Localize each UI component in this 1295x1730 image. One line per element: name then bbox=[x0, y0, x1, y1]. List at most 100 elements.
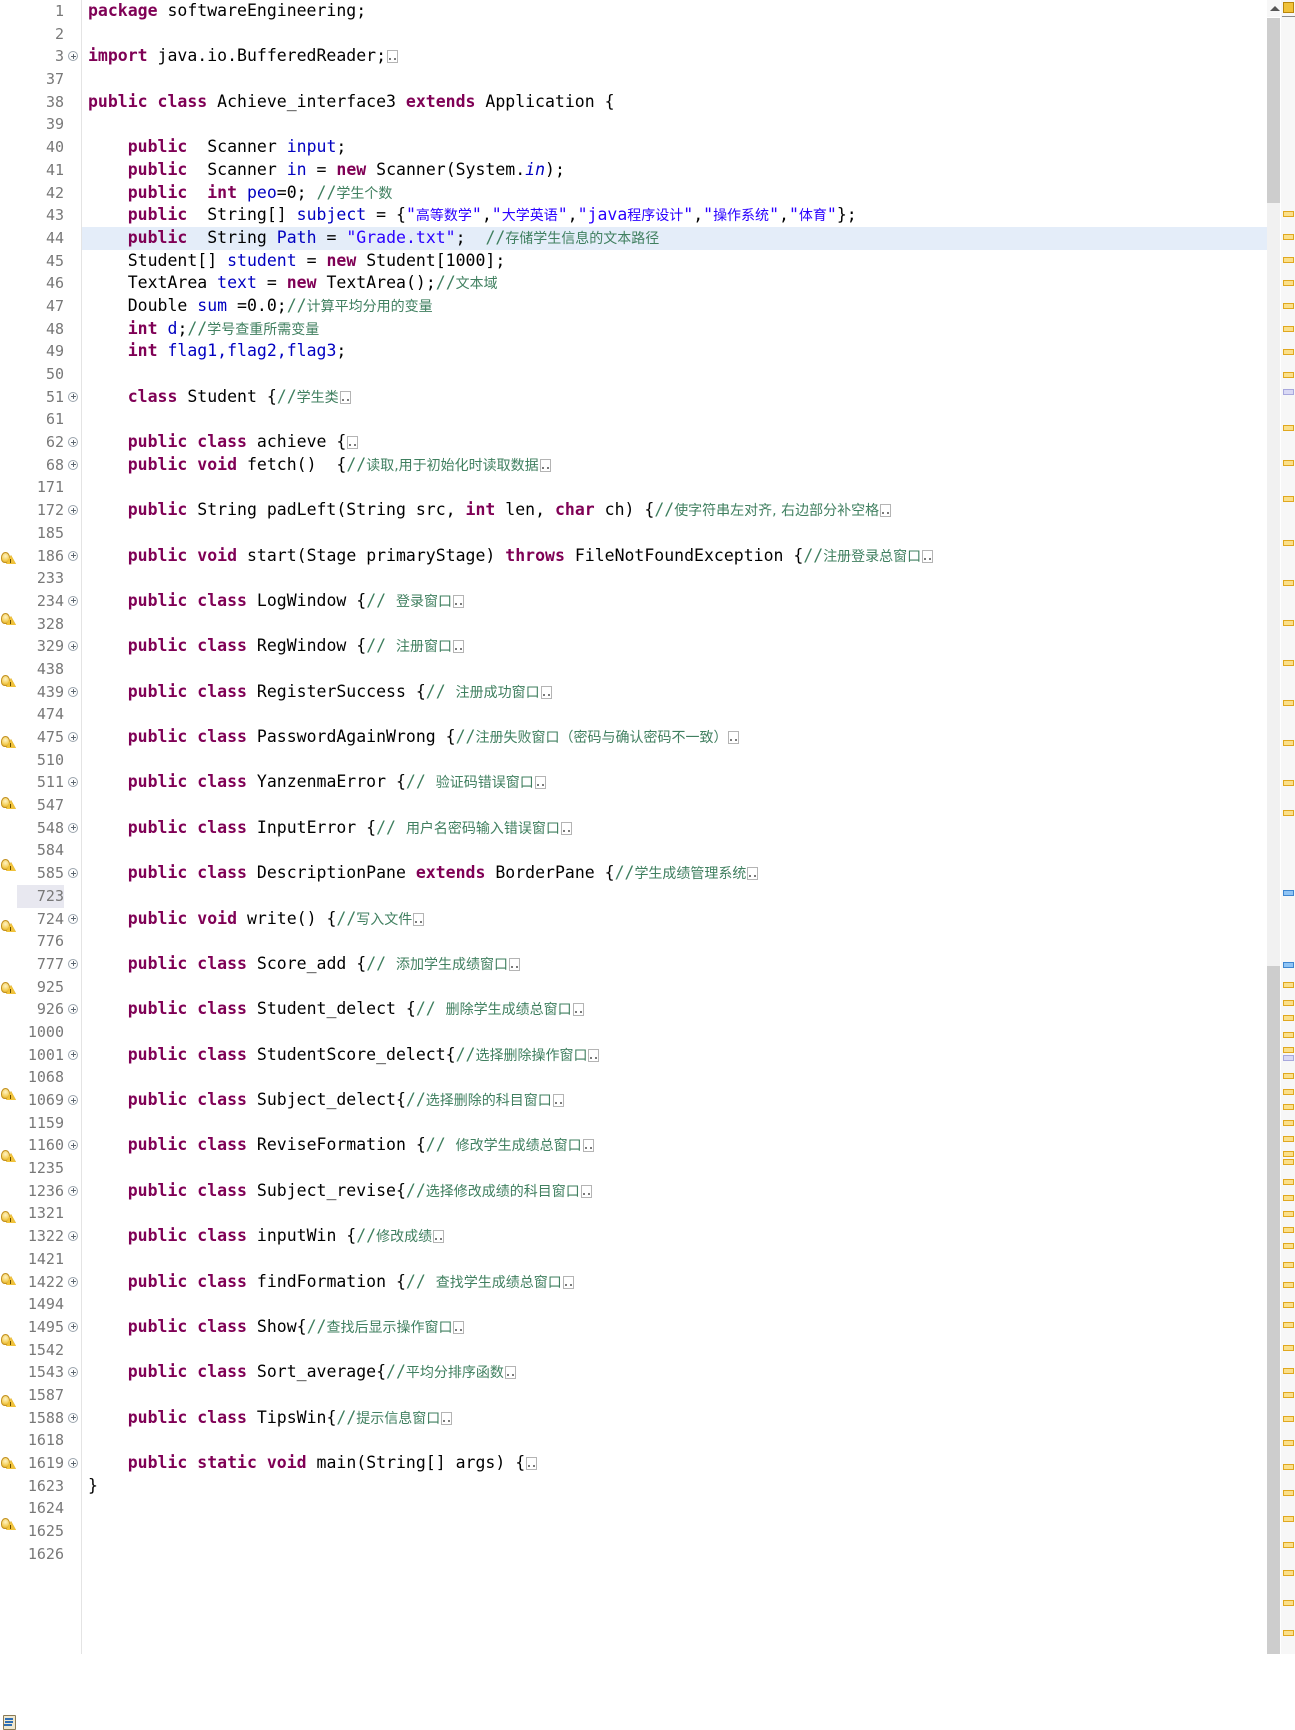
code-line[interactable]: public class StudentScore_delect{//选择删除操… bbox=[82, 1044, 1267, 1067]
overview-marker-warn[interactable] bbox=[1283, 1600, 1294, 1606]
fold-row[interactable] bbox=[67, 998, 81, 1021]
warning-marker-icon[interactable] bbox=[1, 1331, 17, 1347]
code-line[interactable]: public class findFormation {// 查找学生成绩总窗口 bbox=[82, 1271, 1267, 1294]
overview-marker-warn[interactable] bbox=[1283, 1416, 1294, 1422]
code-line[interactable]: public class TipsWin{//提示信息窗口 bbox=[82, 1407, 1267, 1430]
fold-expand-icon[interactable] bbox=[68, 913, 78, 924]
fold-expand-icon[interactable] bbox=[68, 1231, 78, 1242]
code-line[interactable] bbox=[82, 1384, 1267, 1407]
fold-row[interactable] bbox=[67, 635, 81, 658]
fold-expand-icon[interactable] bbox=[68, 1276, 78, 1287]
code-line[interactable]: public static void main(String[] args) { bbox=[82, 1452, 1267, 1475]
code-line[interactable]: public class inputWin {//修改成绩 bbox=[82, 1225, 1267, 1248]
code-line[interactable]: int flag1,flag2,flag3; bbox=[82, 340, 1267, 363]
fold-expand-icon[interactable] bbox=[68, 1367, 78, 1378]
fold-expand-icon[interactable] bbox=[68, 1458, 78, 1468]
fold-expand-icon[interactable] bbox=[68, 595, 78, 606]
fold-row[interactable] bbox=[67, 45, 81, 68]
code-line[interactable] bbox=[82, 1339, 1267, 1362]
code-line[interactable]: public class LogWindow {// 登录窗口 bbox=[82, 590, 1267, 613]
code-line[interactable]: public void fetch() {//读取,用于初始化时读取数据 bbox=[82, 454, 1267, 477]
overview-marker-warn[interactable] bbox=[1283, 780, 1294, 786]
code-line[interactable] bbox=[82, 976, 1267, 999]
fold-row[interactable] bbox=[67, 386, 81, 409]
code-line[interactable] bbox=[82, 930, 1267, 953]
code-line[interactable]: } bbox=[82, 1475, 1267, 1498]
overview-marker-warn[interactable] bbox=[1283, 1015, 1294, 1021]
warning-marker-icon[interactable] bbox=[1, 856, 17, 872]
overview-marker-warn[interactable] bbox=[1283, 700, 1294, 706]
overview-marker-warn[interactable] bbox=[1283, 1322, 1294, 1328]
overview-marker-warn[interactable] bbox=[1283, 1542, 1294, 1548]
overview-marker-blue[interactable] bbox=[1283, 890, 1294, 896]
code-line[interactable]: public class Student_delect {// 删除学生成绩总窗… bbox=[82, 998, 1267, 1021]
fold-expand-icon[interactable] bbox=[68, 1412, 78, 1423]
code-line[interactable]: class Student {//学生类 bbox=[82, 386, 1267, 409]
code-line[interactable]: public Scanner in = new Scanner(System.i… bbox=[82, 159, 1267, 182]
code-line[interactable]: Student[] student = new Student[1000]; bbox=[82, 250, 1267, 273]
fold-row[interactable] bbox=[67, 1407, 81, 1430]
fold-expand-icon[interactable] bbox=[68, 1095, 78, 1105]
fold-row[interactable] bbox=[67, 1180, 81, 1203]
code-line[interactable]: public class DescriptionPane extends Bor… bbox=[82, 862, 1267, 885]
code-line[interactable]: public Scanner input; bbox=[82, 136, 1267, 159]
overview-marker-warn[interactable] bbox=[1283, 1227, 1294, 1233]
warning-marker-icon[interactable] bbox=[1, 1147, 17, 1163]
overview-marker-warn[interactable] bbox=[1283, 1195, 1294, 1201]
warning-marker-icon[interactable] bbox=[1, 1208, 17, 1224]
fold-expand-icon[interactable] bbox=[68, 777, 78, 788]
fold-expand-icon[interactable] bbox=[68, 868, 78, 879]
overview-marker-warn[interactable] bbox=[1283, 1345, 1294, 1351]
warning-marker-icon[interactable] bbox=[1, 794, 17, 810]
overview-marker-warn[interactable] bbox=[1283, 326, 1294, 332]
overview-marker-warn[interactable] bbox=[1283, 1089, 1294, 1095]
overview-marker-warn[interactable] bbox=[1283, 1464, 1294, 1470]
code-line[interactable]: public void start(Stage primaryStage) th… bbox=[82, 545, 1267, 568]
overview-ruler-header[interactable] bbox=[1281, 0, 1295, 17]
overview-marker-warn[interactable] bbox=[1283, 1073, 1294, 1079]
overview-marker-warn[interactable] bbox=[1283, 1262, 1294, 1268]
overview-marker-warn[interactable] bbox=[1283, 1136, 1294, 1142]
code-line[interactable] bbox=[82, 1293, 1267, 1316]
overview-marker-warn[interactable] bbox=[1283, 740, 1294, 746]
code-line[interactable]: int d;//学号查重所需变量 bbox=[82, 318, 1267, 341]
code-line[interactable] bbox=[82, 522, 1267, 545]
code-line[interactable]: public class RegisterSuccess {// 注册成功窗口 bbox=[82, 681, 1267, 704]
fold-row[interactable] bbox=[67, 1316, 81, 1339]
overview-marker-warn[interactable] bbox=[1283, 372, 1294, 378]
fold-row[interactable] bbox=[67, 726, 81, 749]
code-line[interactable]: public String Path = "Grade.txt"; //存储学生… bbox=[82, 226, 1267, 250]
fold-row[interactable] bbox=[67, 862, 81, 885]
code-line[interactable] bbox=[82, 1202, 1267, 1225]
code-line[interactable]: public void write() {//写入文件 bbox=[82, 908, 1267, 931]
code-line[interactable]: public class Achieve_interface3 extends … bbox=[82, 91, 1267, 114]
overview-marker-warn[interactable] bbox=[1283, 1368, 1294, 1374]
overview-marker-warn[interactable] bbox=[1283, 1570, 1294, 1576]
overview-marker-warn[interactable] bbox=[1283, 496, 1294, 502]
code-line[interactable] bbox=[82, 1112, 1267, 1135]
code-line[interactable]: Double sum =0.0;//计算平均分用的变量 bbox=[82, 295, 1267, 318]
code-line[interactable] bbox=[82, 1066, 1267, 1089]
fold-row[interactable] bbox=[67, 1225, 81, 1248]
annotation-marker-ruler[interactable] bbox=[0, 0, 17, 1730]
overview-marker-warn[interactable] bbox=[1283, 1630, 1294, 1636]
fold-expand-icon[interactable] bbox=[68, 391, 78, 402]
code-line[interactable]: public class RegWindow {// 注册窗口 bbox=[82, 635, 1267, 658]
overview-marker-warn[interactable] bbox=[1283, 257, 1294, 263]
overview-marker-warn[interactable] bbox=[1283, 1211, 1294, 1217]
warning-marker-icon[interactable] bbox=[1, 1085, 17, 1101]
fold-expand-icon[interactable] bbox=[68, 51, 78, 62]
code-folding-ruler[interactable] bbox=[67, 0, 81, 1654]
overview-marker-warn[interactable] bbox=[1283, 234, 1294, 240]
overview-ruler[interactable] bbox=[1280, 0, 1295, 1654]
code-line[interactable] bbox=[82, 476, 1267, 499]
overview-marker-blue[interactable] bbox=[1283, 962, 1294, 968]
code-line[interactable] bbox=[82, 1543, 1267, 1566]
code-line[interactable] bbox=[82, 1248, 1267, 1271]
fold-row[interactable] bbox=[67, 908, 81, 931]
fold-expand-icon[interactable] bbox=[68, 550, 78, 561]
warning-marker-icon[interactable] bbox=[1, 672, 17, 688]
code-line[interactable] bbox=[82, 703, 1267, 726]
warning-marker-icon[interactable] bbox=[1, 1515, 17, 1531]
code-line[interactable]: public int peo=0; //学生个数 bbox=[82, 182, 1267, 205]
